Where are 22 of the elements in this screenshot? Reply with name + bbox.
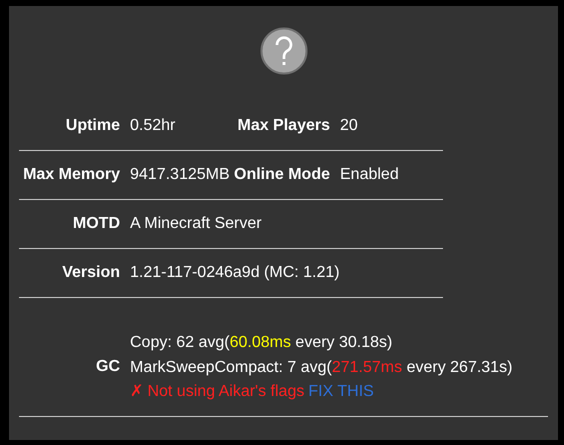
gc-stat-text: Copy: 62 avg( xyxy=(130,334,230,351)
field-label: Version xyxy=(61,264,120,282)
gc-stat-text: MarkSweepCompact: 7 avg( xyxy=(130,358,332,376)
gc-stat-text: every 267.31s) xyxy=(406,358,512,376)
field-label: MOTD xyxy=(72,215,120,233)
fix-link[interactable]: FIX THIS xyxy=(308,383,374,400)
field-label: Max Players xyxy=(236,117,330,135)
field-value: 20 xyxy=(340,117,358,135)
highlighted-text: ✗ Not using Aikar's flags xyxy=(130,383,304,400)
highlighted-text: 60.08ms xyxy=(230,334,291,351)
field-label: Uptime xyxy=(64,117,120,135)
field-label: GC xyxy=(95,358,120,376)
help-icon xyxy=(260,27,308,75)
field-value: 1.21-117-0246a9d (MC: 1.21) xyxy=(130,264,340,282)
field-value: Enabled xyxy=(340,166,399,184)
field-value: 0.52hr xyxy=(130,117,176,135)
field-value: 9417.3125MB xyxy=(130,166,230,184)
highlighted-text: 271.57ms xyxy=(332,358,402,376)
gc-stat-text: every 30.18s) xyxy=(294,334,392,351)
field-value: A Minecraft Server xyxy=(130,215,262,233)
field-label: Online Mode xyxy=(234,166,330,184)
field-label: Max Memory xyxy=(22,166,120,184)
